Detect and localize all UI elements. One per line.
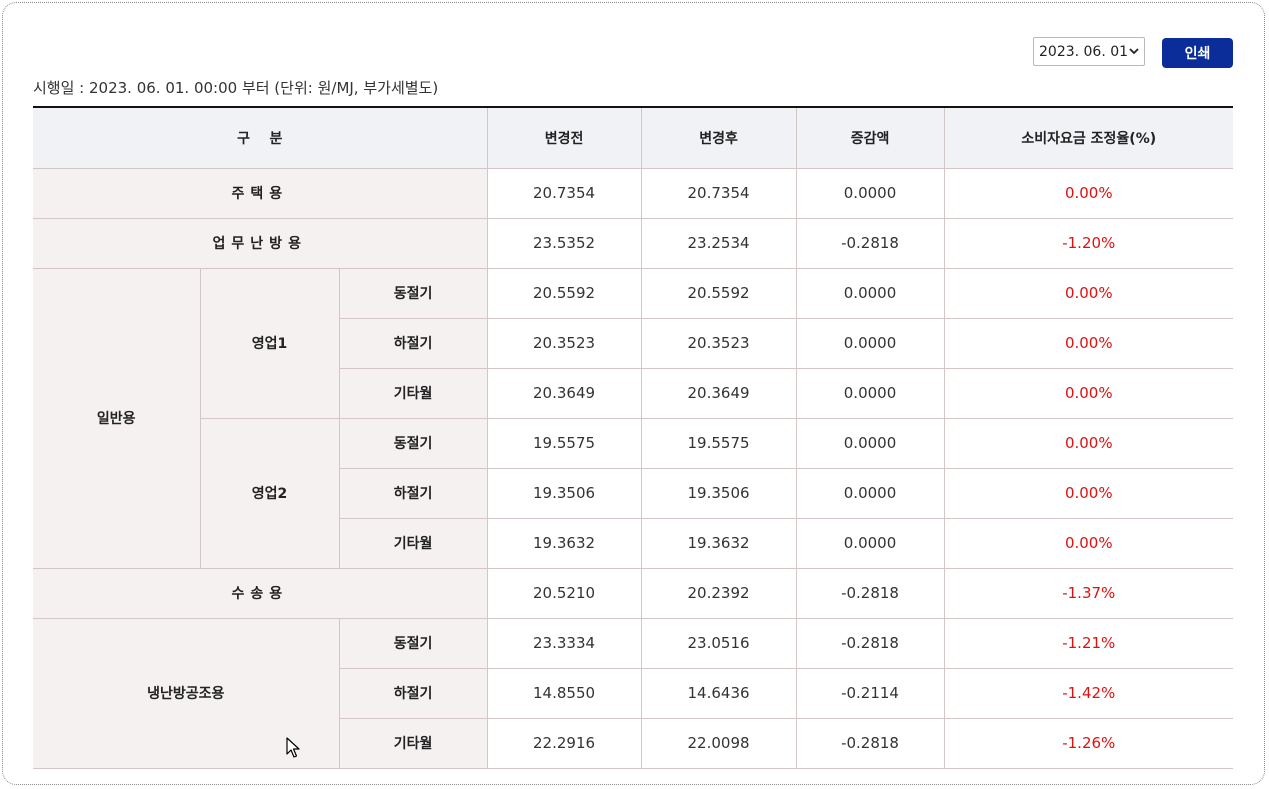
mouse-pointer-icon bbox=[286, 737, 300, 758]
header-diff: 증감액 bbox=[796, 107, 945, 169]
table-row: 냉난방공조용 동절기 23.3334 23.0516 -0.2818 -1.21… bbox=[33, 618, 1234, 769]
cell-rate: 0.00% bbox=[944, 318, 1234, 369]
cell-before: 19.5575 bbox=[487, 418, 642, 469]
cell-rate: 0.00% bbox=[944, 518, 1234, 569]
cell-after: 23.2534 bbox=[641, 218, 797, 269]
cell-after: 20.7354 bbox=[641, 168, 797, 219]
cell-diff: -0.2818 bbox=[796, 568, 945, 619]
effective-date-notice: 시행일 : 2023. 06. 01. 00:00 부터 (단위: 원/MJ, … bbox=[33, 79, 439, 97]
table-row: 수송용 20.5210 20.2392 -0.2818 -1.37% bbox=[33, 568, 1234, 619]
cell-rate: -1.21% bbox=[944, 618, 1234, 669]
cell-diff: 0.0000 bbox=[796, 518, 945, 569]
cell-before: 20.3523 bbox=[487, 318, 642, 369]
row-label-residential: 주택용 bbox=[33, 168, 488, 219]
cell-rate: 0.00% bbox=[944, 168, 1234, 219]
cell-after: 19.3506 bbox=[641, 468, 797, 519]
table-row: 업무난방용 23.5352 23.2534 -0.2818 -1.20% bbox=[33, 218, 1234, 269]
cell-before: 20.5592 bbox=[487, 268, 642, 319]
cell-rate: -1.20% bbox=[944, 218, 1234, 269]
header-rate: 소비자요금 조정율(%) bbox=[944, 107, 1234, 169]
cell-diff: 0.0000 bbox=[796, 368, 945, 419]
cell-after: 19.3632 bbox=[641, 518, 797, 569]
rate-table: 구 분 변경전 변경후 증감액 소비자요금 조정율(%) 주택용 20.7354… bbox=[33, 106, 1234, 769]
header-after: 변경후 bbox=[641, 107, 797, 169]
season-label: 기타월 bbox=[339, 368, 488, 419]
season-label: 기타월 bbox=[339, 718, 488, 769]
cell-diff: -0.2818 bbox=[796, 218, 945, 269]
row-label-general: 일반용 bbox=[33, 268, 201, 569]
cell-rate: 0.00% bbox=[944, 468, 1234, 519]
cell-rate: 0.00% bbox=[944, 418, 1234, 469]
cell-before: 14.8550 bbox=[487, 668, 642, 719]
date-select-value: 2023. 06. 01 bbox=[1039, 43, 1129, 60]
chevron-down-icon bbox=[1129, 48, 1139, 55]
date-select[interactable]: 2023. 06. 01 bbox=[1033, 37, 1145, 66]
row-label-biz1: 영업1 bbox=[200, 268, 340, 419]
cell-diff: 0.0000 bbox=[796, 318, 945, 369]
cell-before: 20.5210 bbox=[487, 568, 642, 619]
cell-diff: -0.2114 bbox=[796, 668, 945, 719]
cell-before: 19.3632 bbox=[487, 518, 642, 569]
season-label: 하절기 bbox=[339, 468, 488, 519]
season-label: 하절기 bbox=[339, 318, 488, 369]
cell-after: 19.5575 bbox=[641, 418, 797, 469]
row-label-biz2: 영업2 bbox=[200, 418, 340, 569]
cell-rate: -1.26% bbox=[944, 718, 1234, 769]
cell-before: 23.5352 bbox=[487, 218, 642, 269]
cell-before: 19.3506 bbox=[487, 468, 642, 519]
cell-after: 20.3523 bbox=[641, 318, 797, 369]
season-label: 동절기 bbox=[339, 418, 488, 469]
cell-diff: 0.0000 bbox=[796, 468, 945, 519]
cell-after: 20.2392 bbox=[641, 568, 797, 619]
cell-diff: -0.2818 bbox=[796, 618, 945, 669]
cell-diff: 0.0000 bbox=[796, 268, 945, 319]
cell-diff: -0.2818 bbox=[796, 718, 945, 769]
header-category: 구 분 bbox=[33, 107, 488, 169]
season-label: 동절기 bbox=[339, 618, 488, 669]
table-header-row: 구 분 변경전 변경후 증감액 소비자요금 조정율(%) bbox=[33, 107, 1234, 169]
cell-rate: 0.00% bbox=[944, 368, 1234, 419]
table-row: 영업2 동절기 19.5575 19.5575 0.0000 0.00% bbox=[33, 418, 1234, 569]
cell-after: 23.0516 bbox=[641, 618, 797, 669]
season-label: 기타월 bbox=[339, 518, 488, 569]
cell-diff: 0.0000 bbox=[796, 418, 945, 469]
cell-before: 20.3649 bbox=[487, 368, 642, 419]
cell-after: 22.0098 bbox=[641, 718, 797, 769]
row-label-transport: 수송용 bbox=[33, 568, 488, 619]
cell-before: 22.2916 bbox=[487, 718, 642, 769]
print-button-label: 인쇄 bbox=[1184, 46, 1211, 62]
cell-after: 20.5592 bbox=[641, 268, 797, 319]
cell-before: 20.7354 bbox=[487, 168, 642, 219]
table-row: 주택용 20.7354 20.7354 0.0000 0.00% bbox=[33, 168, 1234, 219]
cell-rate: -1.42% bbox=[944, 668, 1234, 719]
season-label: 하절기 bbox=[339, 668, 488, 719]
cell-before: 23.3334 bbox=[487, 618, 642, 669]
header-before: 변경전 bbox=[487, 107, 642, 169]
cell-rate: 0.00% bbox=[944, 268, 1234, 319]
print-button[interactable]: 인쇄 bbox=[1162, 38, 1233, 68]
cell-diff: 0.0000 bbox=[796, 168, 945, 219]
cell-rate: -1.37% bbox=[944, 568, 1234, 619]
row-label-office-heating: 업무난방용 bbox=[33, 218, 488, 269]
cell-after: 20.3649 bbox=[641, 368, 797, 419]
table-row: 일반용 영업1 동절기 20.5592 20.5592 0.0000 0.00% bbox=[33, 268, 1234, 569]
season-label: 동절기 bbox=[339, 268, 488, 319]
cell-after: 14.6436 bbox=[641, 668, 797, 719]
